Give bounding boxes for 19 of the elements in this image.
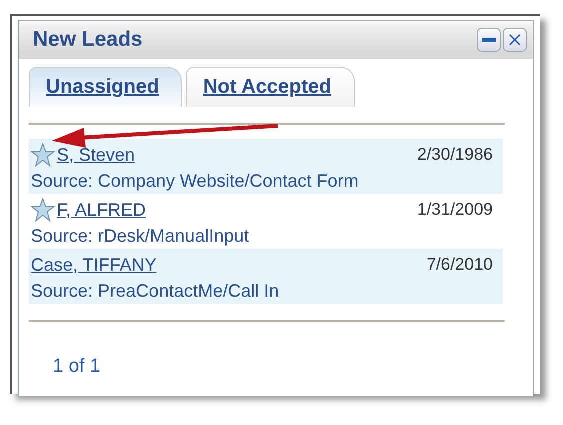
- lead-date: 1/31/2009: [417, 200, 493, 220]
- lead-source: Source: rDesk/ManualInput: [31, 226, 250, 247]
- lead-date: 2/30/1986: [417, 145, 493, 165]
- panel-title: New Leads: [33, 28, 143, 52]
- close-button[interactable]: [503, 28, 527, 52]
- lead-name-link[interactable]: S, Steven: [57, 144, 136, 166]
- minimize-button[interactable]: [477, 28, 501, 52]
- tab[interactable]: Unassigned: [29, 67, 182, 107]
- close-icon: [509, 34, 521, 46]
- minus-icon: [482, 38, 496, 42]
- star-icon: [31, 198, 55, 222]
- lead-date: 7/6/2010: [426, 255, 493, 275]
- lead-name-link[interactable]: Case, TIFFANY: [31, 254, 157, 276]
- page-count: 1 of 1: [53, 356, 101, 378]
- star-icon: [31, 143, 55, 167]
- tab[interactable]: Not Accepted: [186, 67, 355, 107]
- lead-source: Source: Company Website/Contact Form: [31, 171, 360, 192]
- lead-name-link[interactable]: F, ALFRED: [57, 200, 146, 220]
- lead-source: Source: PreaContactMe/Call In: [31, 281, 280, 302]
